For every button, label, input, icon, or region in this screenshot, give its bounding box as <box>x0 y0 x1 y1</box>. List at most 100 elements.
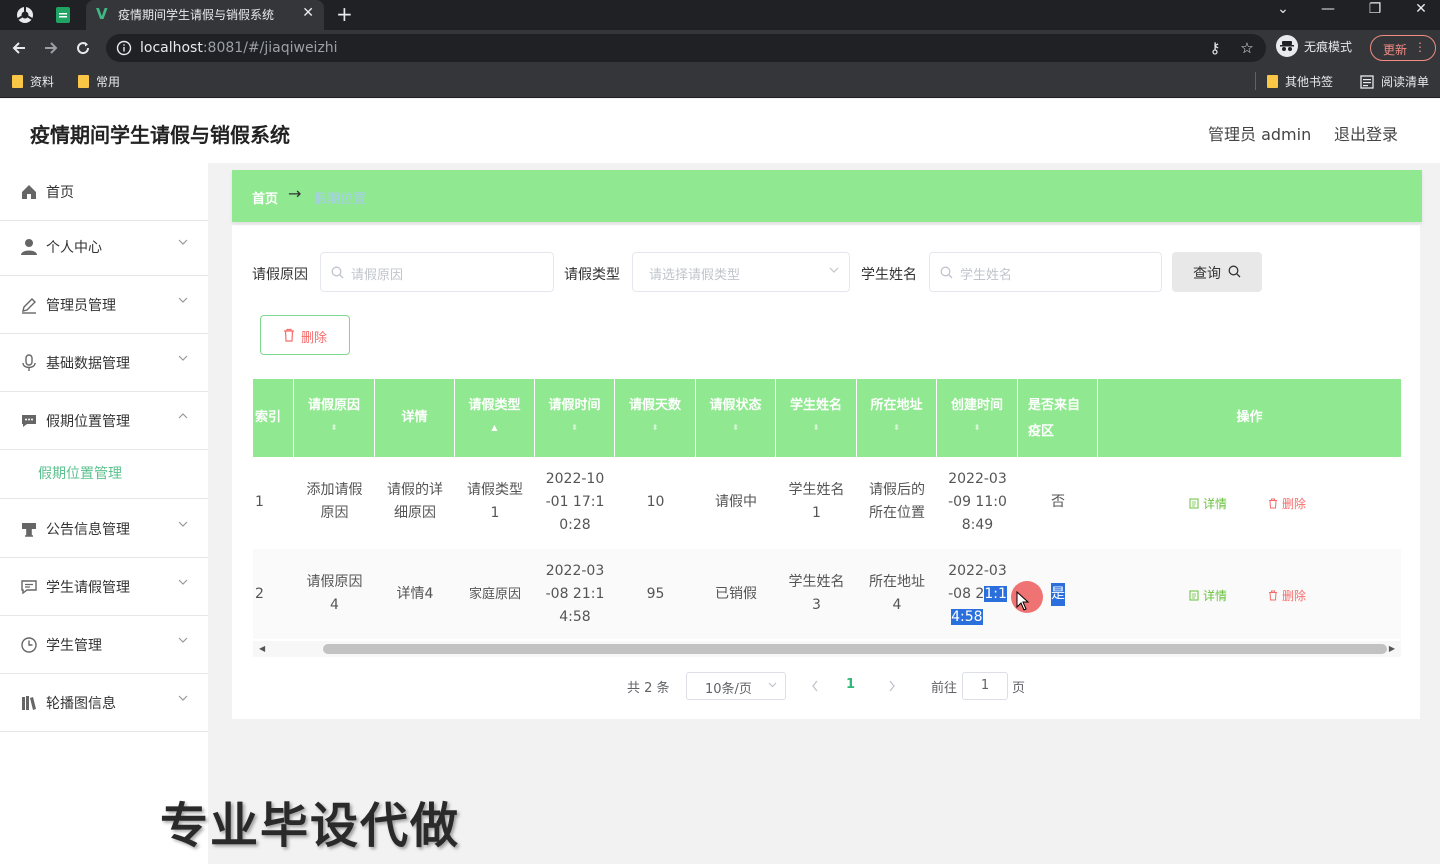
other-bookmarks[interactable]: 其他书签 <box>1267 73 1333 90</box>
key-icon[interactable]: ⚷ <box>1206 39 1224 57</box>
table-row[interactable]: 2 请假原因 4 详情4 家庭原因 2022-03 -08 21:1 4:58 95 … <box>253 549 1401 639</box>
col-header-created[interactable]: 创建时间 ⬍ <box>937 379 1018 457</box>
scrollbar-thumb[interactable] <box>323 644 1387 654</box>
close-window-icon[interactable]: ✕ <box>1411 1 1431 17</box>
forward-icon[interactable] <box>40 37 62 59</box>
sidebar-item-admin-management[interactable]: 管理员管理 <box>0 276 208 334</box>
query-button[interactable]: 查询 <box>1172 252 1262 292</box>
back-icon[interactable] <box>8 37 30 59</box>
sidebar-item-announcements[interactable]: 公告信息管理 <box>0 500 208 558</box>
address-bar[interactable]: localhost:8081/#/jiaqiweizhi ⚷ ☆ <box>106 34 1266 62</box>
tab-search-icon[interactable]: ⌄ <box>1273 1 1293 17</box>
menu-dots-icon[interactable]: ⋮ <box>1414 40 1426 54</box>
cell-name: 学生姓名 3 <box>788 574 845 613</box>
reload-icon[interactable] <box>72 37 94 59</box>
podium-icon <box>22 523 36 537</box>
chevron-up-icon <box>178 413 188 419</box>
sidebar-item-personal-center[interactable]: 个人中心 <box>0 218 208 276</box>
sidebar-item-label: 假期位置管理 <box>46 414 130 430</box>
current-page[interactable]: 1 <box>846 677 855 692</box>
chat-icon <box>22 415 36 427</box>
logout-link[interactable]: 退出登录 <box>1334 121 1398 145</box>
document-icon <box>1189 590 1199 601</box>
delete-link-label: 删除 <box>1282 589 1307 603</box>
cell-detail: 详情4 <box>396 585 434 602</box>
batch-delete-label: 删除 <box>301 331 328 346</box>
batch-delete-button[interactable]: 删除 <box>260 315 350 355</box>
col-header-time[interactable]: 请假时间 ⬍ <box>535 379 615 457</box>
current-user-label: 管理员 admin <box>1208 125 1312 144</box>
sidebar-item-basic-data[interactable]: 基础数据管理 <box>0 334 208 392</box>
bookmark-folder-ziliao[interactable]: 资料 <box>12 73 54 90</box>
col-header-name[interactable]: 学生姓名 ⬍ <box>776 379 857 457</box>
reason-filter-input[interactable]: 请假原因 <box>320 252 554 292</box>
page-size-select[interactable]: 10条/页 <box>686 672 786 700</box>
type-filter-select[interactable]: 请选择请假类型 <box>632 252 850 292</box>
scroll-left-icon[interactable]: ◀ <box>259 644 265 653</box>
tab-close-icon[interactable]: ✕ <box>302 5 314 21</box>
incognito-indicator[interactable]: 无痕模式 <box>1276 35 1352 57</box>
bookmark-star-icon[interactable]: ☆ <box>1238 39 1256 57</box>
sidebar-item-student-management[interactable]: 学生管理 <box>0 616 208 674</box>
col-header-days[interactable]: 请假天数 ⬍ <box>615 379 696 457</box>
sort-icon[interactable]: ⬍ <box>294 423 374 432</box>
update-button[interactable]: 更新 ⋮ <box>1370 35 1436 61</box>
header-label: 请假天数 <box>628 398 681 413</box>
sidebar-item-home[interactable]: 首页 <box>0 163 208 221</box>
delete-link[interactable]: 删除 <box>1268 587 1306 604</box>
prev-page-icon[interactable] <box>811 680 819 692</box>
goto-page-input[interactable]: 1 <box>962 672 1008 700</box>
col-header-address[interactable]: 所在地址 ⬍ <box>857 379 937 457</box>
bookmark-label: 常用 <box>96 75 121 89</box>
restore-icon[interactable]: ❐ <box>1365 1 1385 17</box>
name-filter-input[interactable]: 学生姓名 <box>929 252 1162 292</box>
cell-reason: 请假原因 4 <box>306 574 363 613</box>
cell-type: 请假类型 1 <box>467 482 523 521</box>
delete-link[interactable]: 删除 <box>1268 495 1306 512</box>
col-header-detail[interactable]: 详情 <box>375 379 455 457</box>
cell-reason: 添加请假 原因 <box>306 482 363 521</box>
col-header-epidemic[interactable]: 是否来自疫区 <box>1018 379 1098 457</box>
cell-created: 2022-03 -09 11:0 8:49 <box>948 470 1007 533</box>
selected-text: 4:58 <box>951 608 983 625</box>
sort-icon[interactable]: ⬍ <box>937 423 1017 432</box>
reading-list[interactable]: 阅读清单 <box>1360 73 1429 90</box>
chevron-down-icon <box>768 682 777 688</box>
sort-icon[interactable]: ⬍ <box>696 423 775 432</box>
bookmarks-bar: 资料 常用 其他书签 阅读清单 <box>0 66 1440 98</box>
sort-icon[interactable]: ⬍ <box>857 423 936 432</box>
active-tab[interactable]: V 疫情期间学生请假与销假系统 ✕ <box>86 0 324 30</box>
sidebar-item-carousel[interactable]: 轮播图信息 <box>0 674 208 732</box>
next-page-icon[interactable] <box>888 680 896 692</box>
sort-icon[interactable]: ⬍ <box>615 423 695 432</box>
cell-time: 2022-10 -01 17:1 0:28 <box>545 470 605 533</box>
breadcrumb-home[interactable]: 首页 <box>252 188 278 207</box>
microphone-icon <box>22 354 36 371</box>
sort-icon[interactable]: ⬍ <box>535 423 614 432</box>
detail-link[interactable]: 详情 <box>1189 495 1227 512</box>
table-row[interactable]: 1 添加请假 原因 请假的详 细原因 请假类型 1 2022-10 -01 17:1 0:… <box>253 457 1401 547</box>
sidebar-subitem-holiday-location[interactable]: 假期位置管理 <box>0 445 208 499</box>
sort-asc-icon[interactable]: ▲ <box>455 423 534 432</box>
site-info-icon[interactable] <box>116 40 132 56</box>
sidebar-item-holiday-location[interactable]: 假期位置管理 <box>0 392 208 450</box>
sort-icon[interactable]: ⬍ <box>776 423 856 432</box>
bookmark-folder-changyong[interactable]: 常用 <box>78 73 120 90</box>
books-icon <box>22 696 36 710</box>
detail-link[interactable]: 详情 <box>1189 587 1227 604</box>
col-header-type[interactable]: 请假类型 ▲ <box>455 379 535 457</box>
app-title: 疫情期间学生请假与销假系统 <box>30 123 290 147</box>
sidebar-item-leave-management[interactable]: 学生请假管理 <box>0 558 208 616</box>
sheet-app-icon[interactable] <box>52 4 74 26</box>
cell-detail: 请假的详 细原因 <box>387 482 443 521</box>
other-bookmarks-label: 其他书签 <box>1285 75 1334 89</box>
new-tab-icon[interactable]: + <box>336 2 353 26</box>
cell-index: 1 <box>255 493 264 510</box>
minimize-icon[interactable]: — <box>1318 1 1338 17</box>
col-header-status[interactable]: 请假状态 ⬍ <box>696 379 776 457</box>
col-header-reason[interactable]: 请假原因 ⬍ <box>294 379 375 457</box>
name-filter-placeholder: 学生姓名 <box>960 268 1013 283</box>
col-header-index[interactable]: 索引 <box>253 379 294 457</box>
horizontal-scrollbar[interactable]: ◀ ▶ <box>253 641 1401 657</box>
scroll-right-icon[interactable]: ▶ <box>1389 644 1395 653</box>
